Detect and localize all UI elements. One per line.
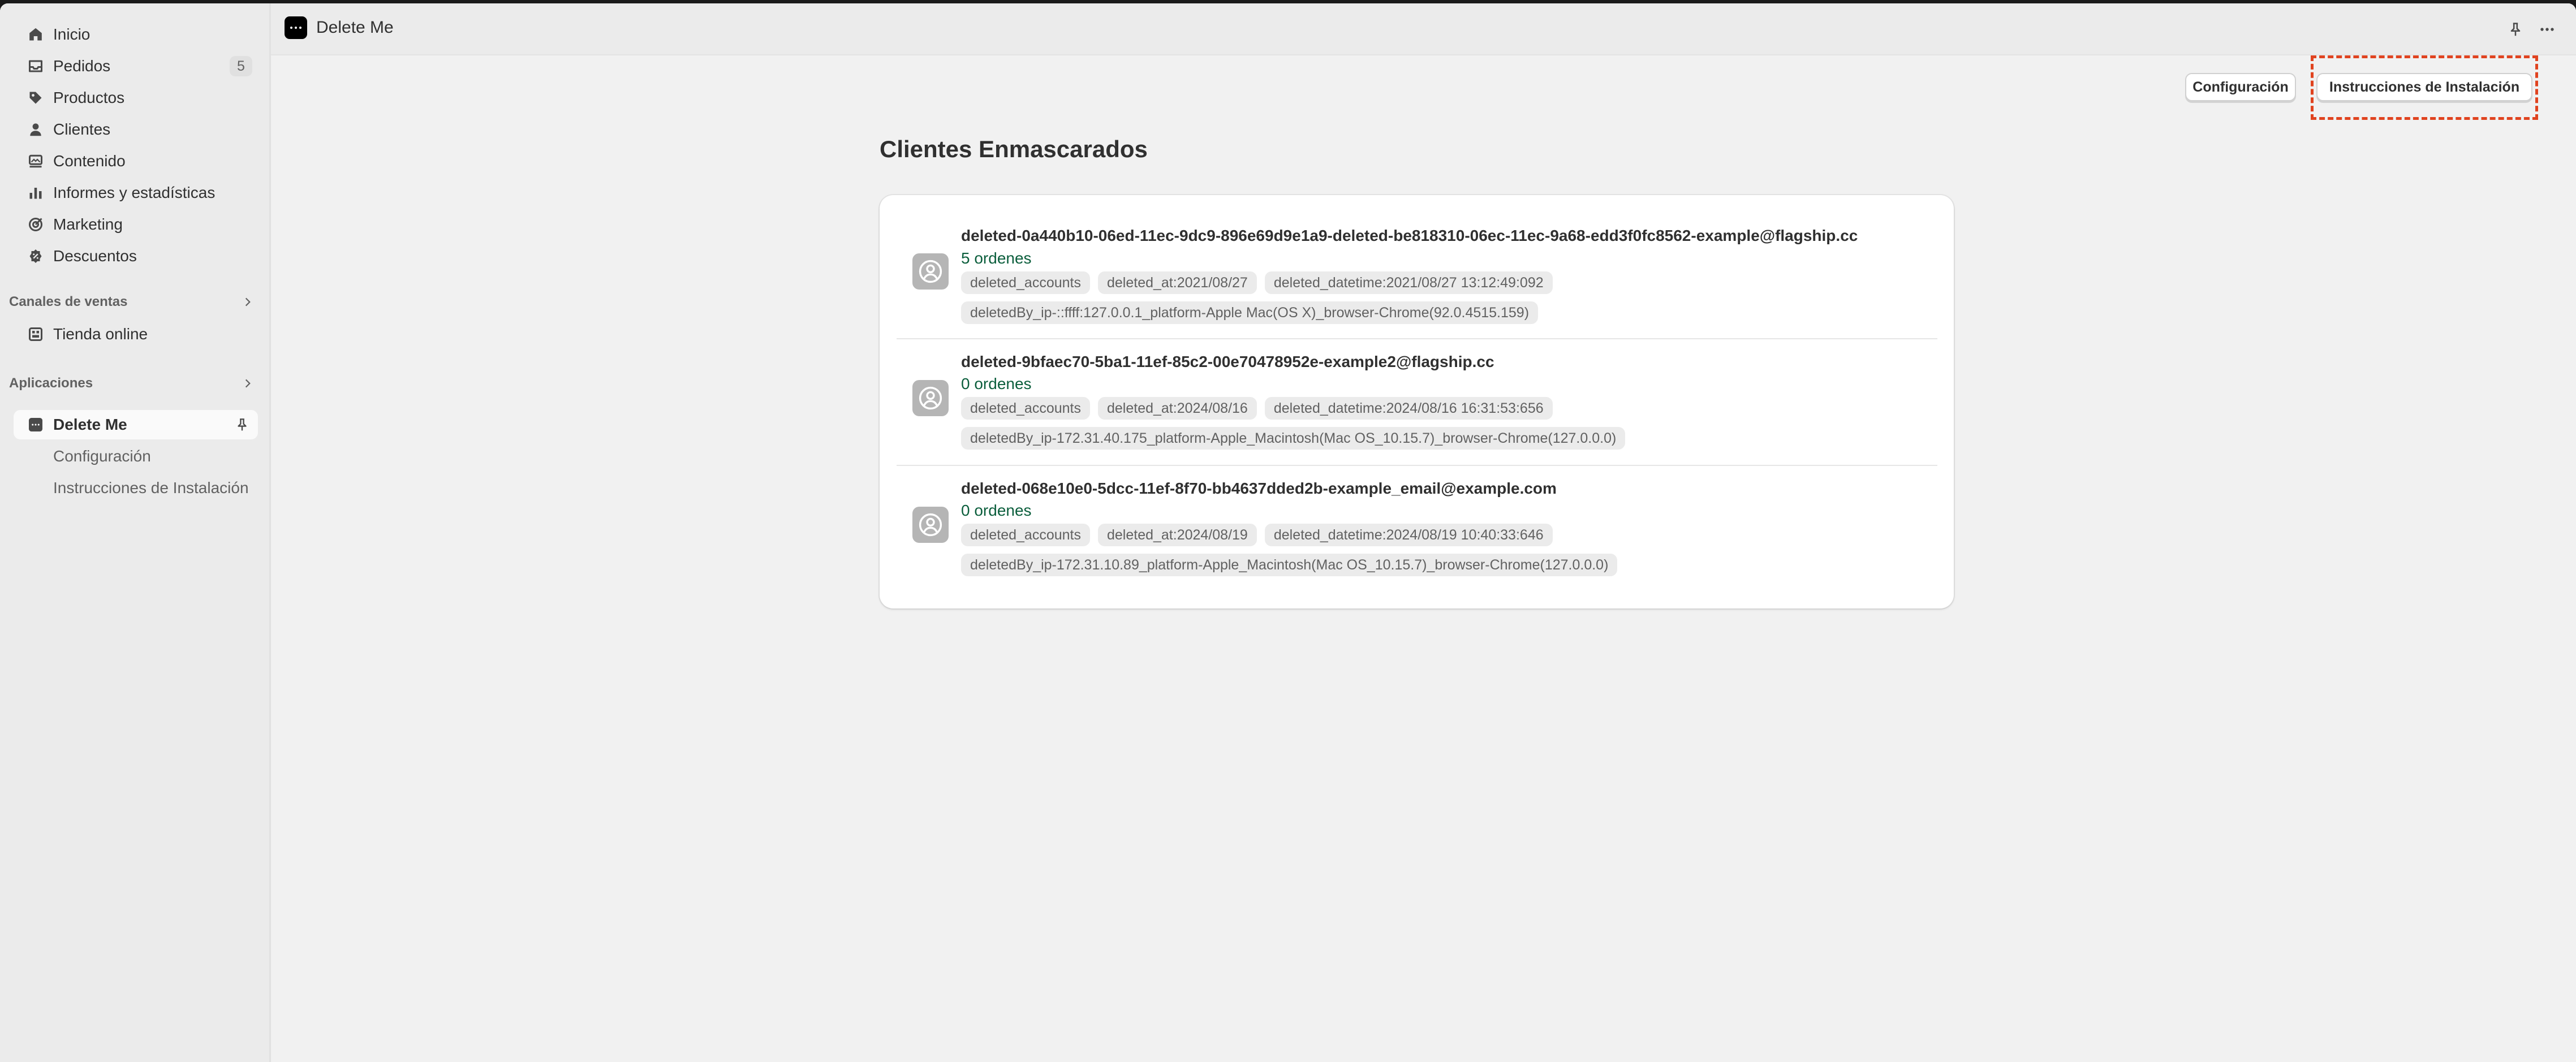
tag-list: deletedBy_ip-::ffff:127.0.0.1_platform-A… [961, 301, 1539, 324]
customer-email: deleted-0a440b10-06ed-11ec-9dc9-896e69d9… [961, 227, 1858, 244]
configuracion-button[interactable]: Configuración [2185, 73, 2296, 101]
orders-count-badge: 5 [230, 56, 252, 76]
admin-window: Inicio Pedidos 5 Productos Clientes Cont… [0, 3, 2576, 1062]
sidebar-item-label: Instrucciones de Instalación [53, 479, 249, 497]
discount-icon [23, 243, 49, 269]
tag: deleted_datetime:2024/08/19 10:40:33:646 [1264, 524, 1553, 546]
tag: deleted_accounts [961, 524, 1090, 546]
sidebar-item-label: Inicio [53, 25, 91, 43]
tag-list: deletedBy_ip-172.31.10.89_platform-Apple… [961, 554, 1618, 576]
list-item[interactable]: deleted-068e10e0-5dcc-11ef-8f70-bb4637dd… [897, 466, 1937, 602]
customer-email: deleted-9bfaec70-5ba1-11ef-85c2-00e70478… [961, 353, 1494, 370]
sidebar-subitem-instrucciones[interactable]: Instrucciones de Instalación [14, 473, 258, 503]
tag-list: deleted_accounts deleted_at:2021/08/27 d… [961, 271, 1553, 294]
sidebar: Inicio Pedidos 5 Productos Clientes Cont… [0, 3, 271, 1062]
customers-card: deleted-0a440b10-06ed-11ec-9dc9-896e69d9… [880, 195, 1954, 608]
customer-orders: 0 ordenes [961, 375, 1032, 392]
sidebar-item-contenido[interactable]: Contenido [14, 146, 258, 176]
sidebar-item-label: Delete Me [53, 416, 127, 433]
sidebar-item-label: Clientes [53, 120, 111, 138]
sidebar-item-pedidos[interactable]: Pedidos 5 [14, 51, 258, 81]
sales-channels-heading[interactable]: Canales de ventas [9, 291, 258, 313]
sidebar-item-label: Configuración [53, 447, 151, 465]
sidebar-item-label: Tienda online [53, 325, 148, 343]
highlight-box [2311, 55, 2538, 120]
tag-list: deleted_accounts deleted_at:2024/08/19 d… [961, 524, 1553, 546]
avatar-icon [912, 380, 949, 416]
section-heading-label: Canales de ventas [9, 294, 128, 309]
main-content: Delete Me Configuración Instrucciones de… [271, 3, 2576, 1062]
avatar-icon [912, 253, 949, 290]
app-topbar: Delete Me [271, 3, 2576, 55]
sidebar-item-label: Informes y estadísticas [53, 184, 216, 201]
tag: deleted_at:2021/08/27 [1097, 271, 1257, 294]
sidebar-item-marketing[interactable]: Marketing [14, 210, 258, 239]
chevron-right-icon [238, 292, 258, 312]
sidebar-item-inicio[interactable]: Inicio [14, 20, 258, 49]
pin-icon[interactable] [231, 413, 253, 436]
more-horizontal-icon[interactable] [2536, 18, 2558, 41]
sidebar-item-delete-me[interactable]: Delete Me [14, 410, 258, 439]
tag: deletedBy_ip-172.31.10.89_platform-Apple… [961, 554, 1618, 576]
tag: deleted_accounts [961, 271, 1090, 294]
sidebar-item-label: Marketing [53, 215, 123, 233]
person-icon [23, 116, 49, 143]
customer-orders: 5 ordenes [961, 249, 1032, 267]
tag: deleted_at:2024/08/16 [1097, 397, 1257, 420]
sidebar-item-label: Descuentos [53, 247, 137, 265]
customer-orders: 0 ordenes [961, 502, 1032, 519]
pin-icon[interactable] [2504, 18, 2527, 41]
content-icon [23, 148, 49, 174]
inbox-icon [23, 53, 49, 79]
tag-list: deletedBy_ip-172.31.40.175_platform-Appl… [961, 427, 1626, 450]
tag: deleted_at:2024/08/19 [1097, 524, 1257, 546]
customer-email: deleted-068e10e0-5dcc-11ef-8f70-bb4637dd… [961, 480, 1557, 497]
chevron-right-icon [238, 373, 258, 394]
tag: deleted_datetime:2021/08/27 13:12:49:092 [1264, 271, 1553, 294]
home-icon [23, 21, 49, 48]
sidebar-item-clientes[interactable]: Clientes [14, 115, 258, 144]
tag: deleted_accounts [961, 397, 1090, 420]
app-dots-icon [285, 16, 307, 39]
apps-heading[interactable]: Aplicaciones [9, 372, 258, 395]
tag-icon [23, 85, 49, 111]
list-item[interactable]: deleted-0a440b10-06ed-11ec-9dc9-896e69d9… [897, 195, 1937, 338]
store-icon [23, 321, 49, 347]
chart-icon [23, 180, 49, 206]
avatar-icon [912, 507, 949, 543]
sidebar-item-informes[interactable]: Informes y estadísticas [14, 178, 258, 208]
sidebar-item-label: Contenido [53, 152, 126, 170]
tag: deleted_datetime:2024/08/16 16:31:53:656 [1264, 397, 1553, 420]
section-heading-label: Aplicaciones [9, 375, 93, 391]
sidebar-item-productos[interactable]: Productos [14, 83, 258, 113]
app-dots-icon [23, 412, 49, 438]
tag: deletedBy_ip-172.31.40.175_platform-Appl… [961, 427, 1626, 450]
tag: deletedBy_ip-::ffff:127.0.0.1_platform-A… [961, 301, 1539, 324]
sidebar-subitem-configuracion[interactable]: Configuración [14, 442, 258, 471]
tag-list: deleted_accounts deleted_at:2024/08/16 d… [961, 397, 1553, 420]
target-icon [23, 211, 49, 238]
sidebar-item-label: Pedidos [53, 57, 111, 75]
list-item[interactable]: deleted-9bfaec70-5ba1-11ef-85c2-00e70478… [897, 339, 1937, 465]
sidebar-item-label: Productos [53, 89, 125, 106]
page-title: Clientes Enmascarados [880, 136, 1148, 162]
sidebar-item-tienda-online[interactable]: Tienda online [14, 320, 258, 349]
app-title: Delete Me [316, 18, 394, 37]
sidebar-item-descuentos[interactable]: Descuentos [14, 241, 258, 271]
